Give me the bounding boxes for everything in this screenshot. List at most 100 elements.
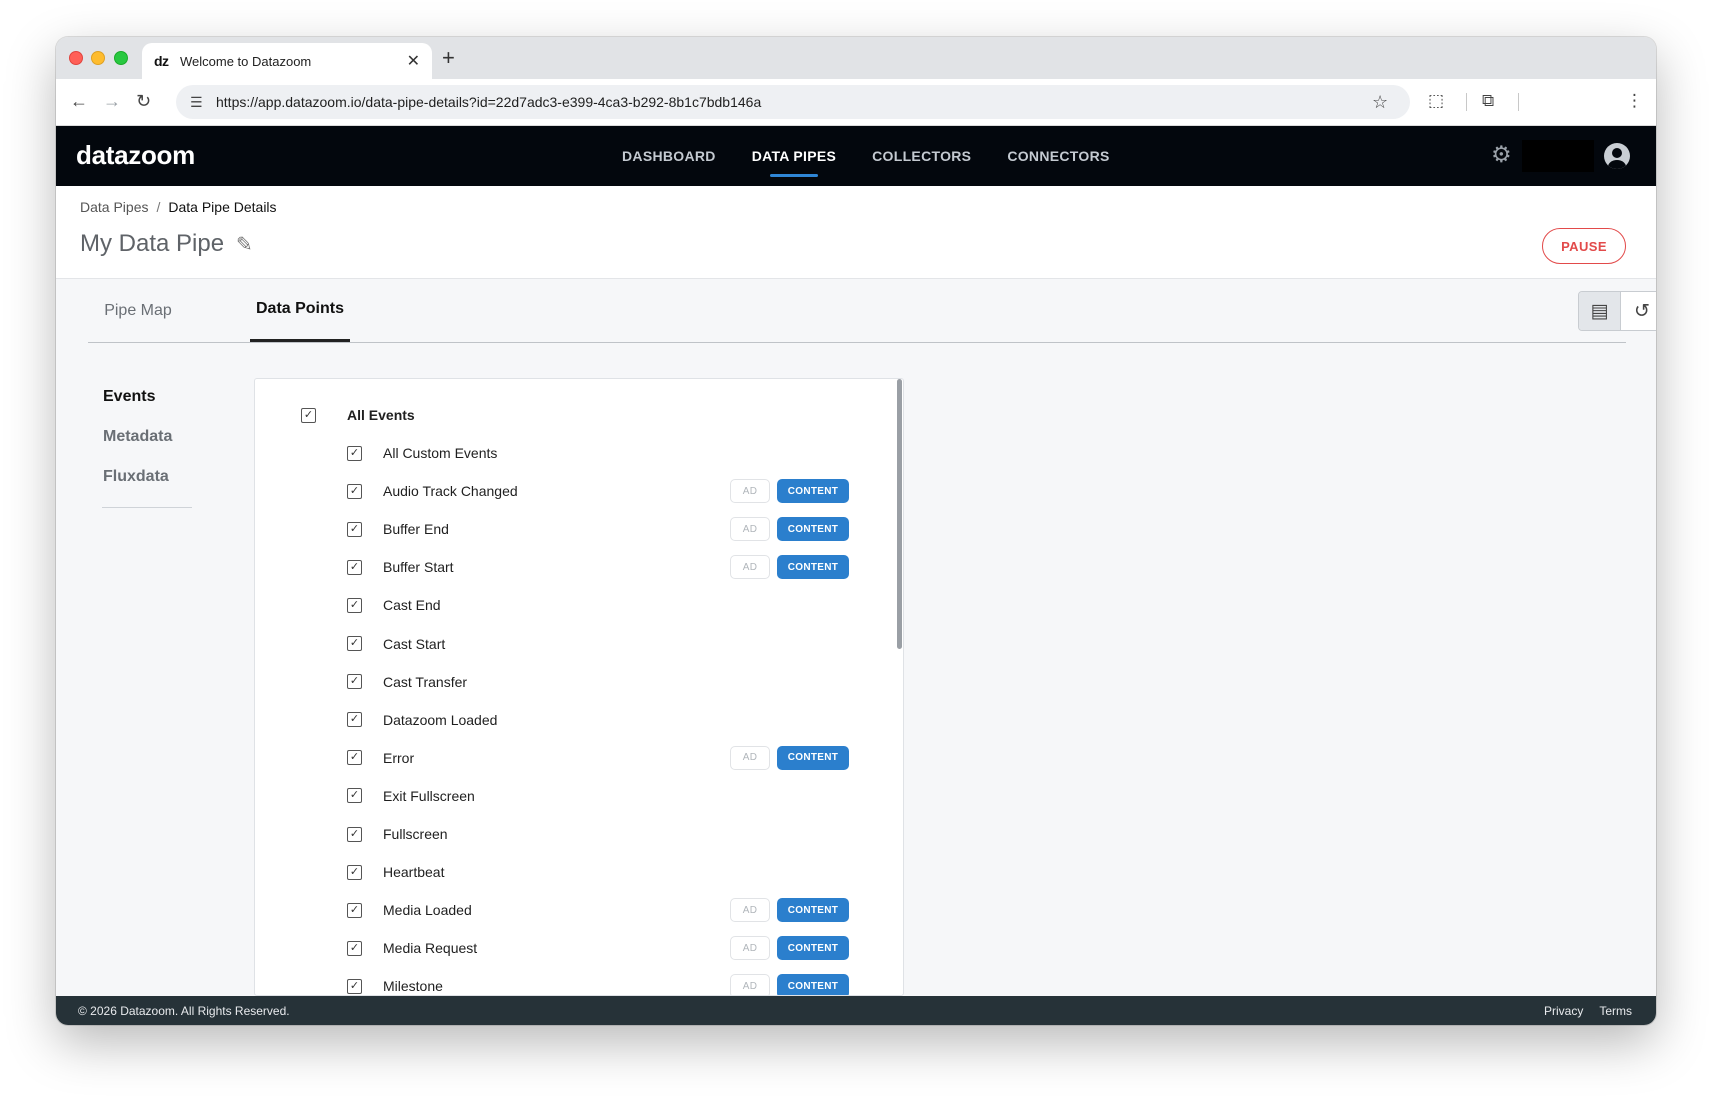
page-title: My Data Pipe (80, 230, 225, 257)
back-icon[interactable]: ← (70, 91, 88, 112)
content-toggle[interactable]: CONTENT (777, 517, 849, 542)
checkbox-checked-icon[interactable]: ✓ (347, 445, 362, 461)
sidebar-item-metadata[interactable]: Metadata (103, 417, 191, 457)
checkbox-checked-icon[interactable]: ✓ (347, 978, 362, 994)
event-row[interactable]: ✓ Cast Transfer (255, 663, 903, 701)
event-row[interactable]: ✓ Fullscreen (255, 815, 903, 853)
content-toggle[interactable]: CONTENT (777, 479, 849, 504)
event-row[interactable]: ✓ Heartbeat (255, 853, 903, 891)
event-row[interactable]: ✓ Audio Track Changed AD CONTENT (255, 472, 903, 510)
ad-toggle[interactable]: AD (730, 898, 770, 923)
site-settings-icon[interactable]: ☰ (190, 94, 216, 111)
checkbox-checked-icon[interactable]: ✓ (347, 559, 362, 575)
avatar-icon[interactable] (1604, 143, 1630, 169)
history-icon[interactable]: ↺ (1621, 292, 1656, 330)
event-row[interactable]: ✓ Cast End (255, 586, 903, 624)
checkbox-checked-icon[interactable]: ✓ (347, 674, 362, 690)
checkbox-checked-icon[interactable]: ✓ (347, 483, 362, 499)
main-nav: DASHBOARD DATA PIPES COLLECTORS CONNECTO… (622, 126, 1146, 186)
menu-kebab-icon[interactable]: ⋮ (1626, 91, 1643, 111)
forward-icon[interactable]: → (103, 91, 121, 112)
privacy-link[interactable]: Privacy (1544, 1004, 1583, 1018)
extensions-icon[interactable]: ⬚ (1428, 91, 1444, 111)
search-tab-icon[interactable]: ⧉ (1482, 91, 1494, 111)
content-toggle[interactable]: CONTENT (777, 555, 849, 580)
event-row[interactable]: ✓ Exit Fullscreen (255, 777, 903, 815)
ad-toggle[interactable]: AD (730, 517, 770, 542)
event-label: Buffer End (383, 521, 449, 538)
checkbox-checked-icon[interactable]: ✓ (347, 597, 362, 613)
app-header: datazoom DASHBOARD DATA PIPES COLLECTORS… (56, 126, 1656, 186)
event-label: Exit Fullscreen (383, 787, 475, 804)
checkbox-checked-icon[interactable]: ✓ (301, 407, 316, 423)
browser-tab-strip: dz Welcome to Datazoom ✕ + (56, 37, 1656, 79)
nav-connectors[interactable]: CONNECTORS (1007, 126, 1109, 186)
bookmark-star-icon[interactable]: ☆ (1372, 92, 1410, 113)
breadcrumb: Data Pipes / Data Pipe Details (80, 199, 277, 215)
breadcrumb-data-pipes[interactable]: Data Pipes (80, 199, 148, 215)
checkbox-checked-icon[interactable]: ✓ (347, 636, 362, 651)
tab-data-points[interactable]: Data Points (250, 279, 350, 342)
checkbox-checked-icon[interactable]: ✓ (347, 940, 362, 956)
page-header: Data Pipes / Data Pipe Details My Data Pip… (56, 186, 1656, 279)
ad-toggle[interactable]: AD (730, 974, 770, 995)
event-row[interactable]: ✓ All Custom Events (255, 434, 903, 472)
nav-collectors[interactable]: COLLECTORS (872, 126, 971, 186)
minimize-window-button[interactable] (91, 51, 105, 65)
browser-tab[interactable]: dz Welcome to Datazoom ✕ (142, 43, 432, 79)
event-row[interactable]: ✓ Milestone AD CONTENT (255, 967, 903, 995)
close-window-button[interactable] (69, 51, 83, 65)
nav-data-pipes[interactable]: DATA PIPES (752, 126, 836, 186)
reload-icon[interactable]: ↻ (136, 91, 151, 112)
tab-pipe-map[interactable]: Pipe Map (88, 279, 188, 342)
url-text[interactable]: https://app.datazoom.io/data-pipe-detail… (216, 94, 1372, 110)
event-label: Fullscreen (383, 826, 448, 842)
new-tab-icon[interactable]: + (442, 45, 455, 71)
breadcrumb-data-pipe-details: Data Pipe Details (168, 199, 277, 215)
content-toggle[interactable]: CONTENT (777, 745, 849, 770)
sidebar-item-fluxdata[interactable]: Fluxdata (103, 457, 191, 497)
data-points-sidebar: Events Metadata Fluxdata (103, 377, 191, 497)
checkbox-checked-icon[interactable]: ✓ (347, 902, 362, 918)
content-toggle[interactable]: CONTENT (777, 898, 849, 923)
copyright-text: © 2026 Datazoom. All Rights Reserved. (78, 1004, 290, 1018)
event-row[interactable]: ✓ Buffer Start AD CONTENT (255, 548, 903, 586)
close-tab-icon[interactable]: ✕ (407, 51, 420, 71)
ad-toggle[interactable]: AD (730, 479, 770, 504)
all-events-row[interactable]: ✓ All Events (255, 396, 903, 434)
toolbar-divider (1518, 93, 1519, 111)
event-row[interactable]: ✓ Datazoom Loaded (255, 701, 903, 739)
all-events-label: All Events (347, 407, 415, 423)
datazoom-logo[interactable]: datazoom (76, 140, 195, 171)
checkbox-checked-icon[interactable]: ✓ (347, 750, 362, 766)
list-view-icon[interactable]: ▤ (1579, 292, 1621, 330)
checkbox-checked-icon[interactable]: ✓ (347, 521, 362, 537)
pause-button[interactable]: PAUSE (1542, 228, 1626, 264)
panel-scrollbar[interactable] (897, 379, 902, 649)
ad-toggle[interactable]: AD (730, 555, 770, 580)
event-row[interactable]: ✓ Buffer End AD CONTENT (255, 510, 903, 548)
ad-toggle[interactable]: AD (730, 745, 770, 770)
edit-pencil-icon[interactable]: ✎ (236, 232, 253, 257)
event-row[interactable]: ✓ Media Loaded AD CONTENT (255, 891, 903, 929)
terms-link[interactable]: Terms (1599, 1004, 1632, 1018)
maximize-window-button[interactable] (114, 51, 128, 65)
nav-dashboard[interactable]: DASHBOARD (622, 126, 716, 186)
toolbar-divider (1466, 93, 1467, 111)
browser-window: dz Welcome to Datazoom ✕ + ← → ↻ ☰ https… (56, 37, 1656, 1025)
ad-toggle[interactable]: AD (730, 936, 770, 961)
content-toggle[interactable]: CONTENT (777, 936, 849, 961)
sidebar-item-events[interactable]: Events (103, 377, 191, 417)
checkbox-checked-icon[interactable]: ✓ (347, 712, 362, 728)
event-row[interactable]: ✓ Error AD CONTENT (255, 739, 903, 777)
event-row[interactable]: ✓ Media Request AD CONTENT (255, 929, 903, 967)
event-row[interactable]: ✓ Cast Start (255, 625, 903, 663)
address-bar[interactable]: ☰ https://app.datazoom.io/data-pipe-deta… (176, 85, 1410, 119)
event-label: Cast Transfer (383, 673, 468, 690)
event-label: Datazoom Loaded (383, 711, 498, 728)
content-toggle[interactable]: CONTENT (777, 974, 849, 995)
checkbox-checked-icon[interactable]: ✓ (347, 826, 362, 842)
checkbox-checked-icon[interactable]: ✓ (347, 864, 362, 880)
checkbox-checked-icon[interactable]: ✓ (347, 788, 362, 804)
gear-icon[interactable]: ⚙ (1491, 141, 1512, 168)
